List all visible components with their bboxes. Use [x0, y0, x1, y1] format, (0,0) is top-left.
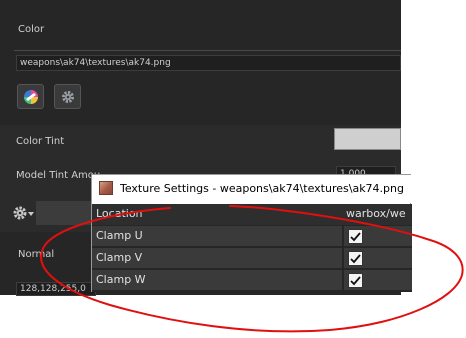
texture-path-field[interactable]: weapons\ak74\textures\ak74.png [16, 55, 401, 71]
checkmark-icon [350, 232, 361, 242]
texture-thumbnail-icon [99, 181, 113, 195]
texture-picker-button[interactable] [17, 84, 44, 109]
column-header-warbox[interactable]: warbox/we [346, 207, 412, 220]
texture-settings-dialog: Texture Settings - weapons\ak74\textures… [91, 174, 412, 292]
divider [14, 50, 401, 51]
dialog-titlebar[interactable]: Texture Settings - weapons\ak74\textures… [92, 175, 412, 203]
clamp-v-checkbox[interactable] [348, 251, 363, 266]
section-menu-button[interactable] [12, 203, 36, 223]
checkmark-icon [350, 276, 361, 286]
gear-dropdown-icon [13, 206, 34, 220]
row-label-clamp-v: Clamp V [96, 251, 143, 264]
row-label-clamp-u: Clamp U [96, 229, 143, 242]
model-tint-label: Model Tint Amou [16, 170, 101, 181]
clamp-u-checkbox[interactable] [348, 229, 363, 244]
dialog-title: Texture Settings - weapons\ak74\textures… [120, 182, 404, 195]
column-header-location[interactable]: Location [96, 207, 336, 220]
texture-settings-table: Location warbox/we Clamp U Clamp V Clamp… [92, 204, 412, 292]
row-label-clamp-w: Clamp W [96, 273, 146, 286]
table-row: Clamp U [92, 226, 412, 247]
column-divider [342, 226, 344, 292]
color-tint-label: Color Tint [16, 136, 65, 147]
clamp-w-checkbox[interactable] [348, 273, 363, 288]
table-header: Location warbox/we [92, 204, 412, 225]
section-header-bar [36, 201, 96, 225]
gear-icon [62, 91, 74, 103]
table-row: Clamp V [92, 248, 412, 269]
normal-value-field[interactable]: 128,128,255,0 [16, 282, 96, 296]
texture-picker-icon [24, 90, 38, 104]
checkmark-icon [350, 254, 361, 264]
texture-settings-button[interactable] [54, 84, 81, 109]
normal-label: Normal [18, 249, 55, 260]
table-row: Clamp W [92, 270, 412, 291]
color-section-label: Color [18, 24, 45, 35]
color-tint-swatch[interactable] [334, 128, 401, 150]
